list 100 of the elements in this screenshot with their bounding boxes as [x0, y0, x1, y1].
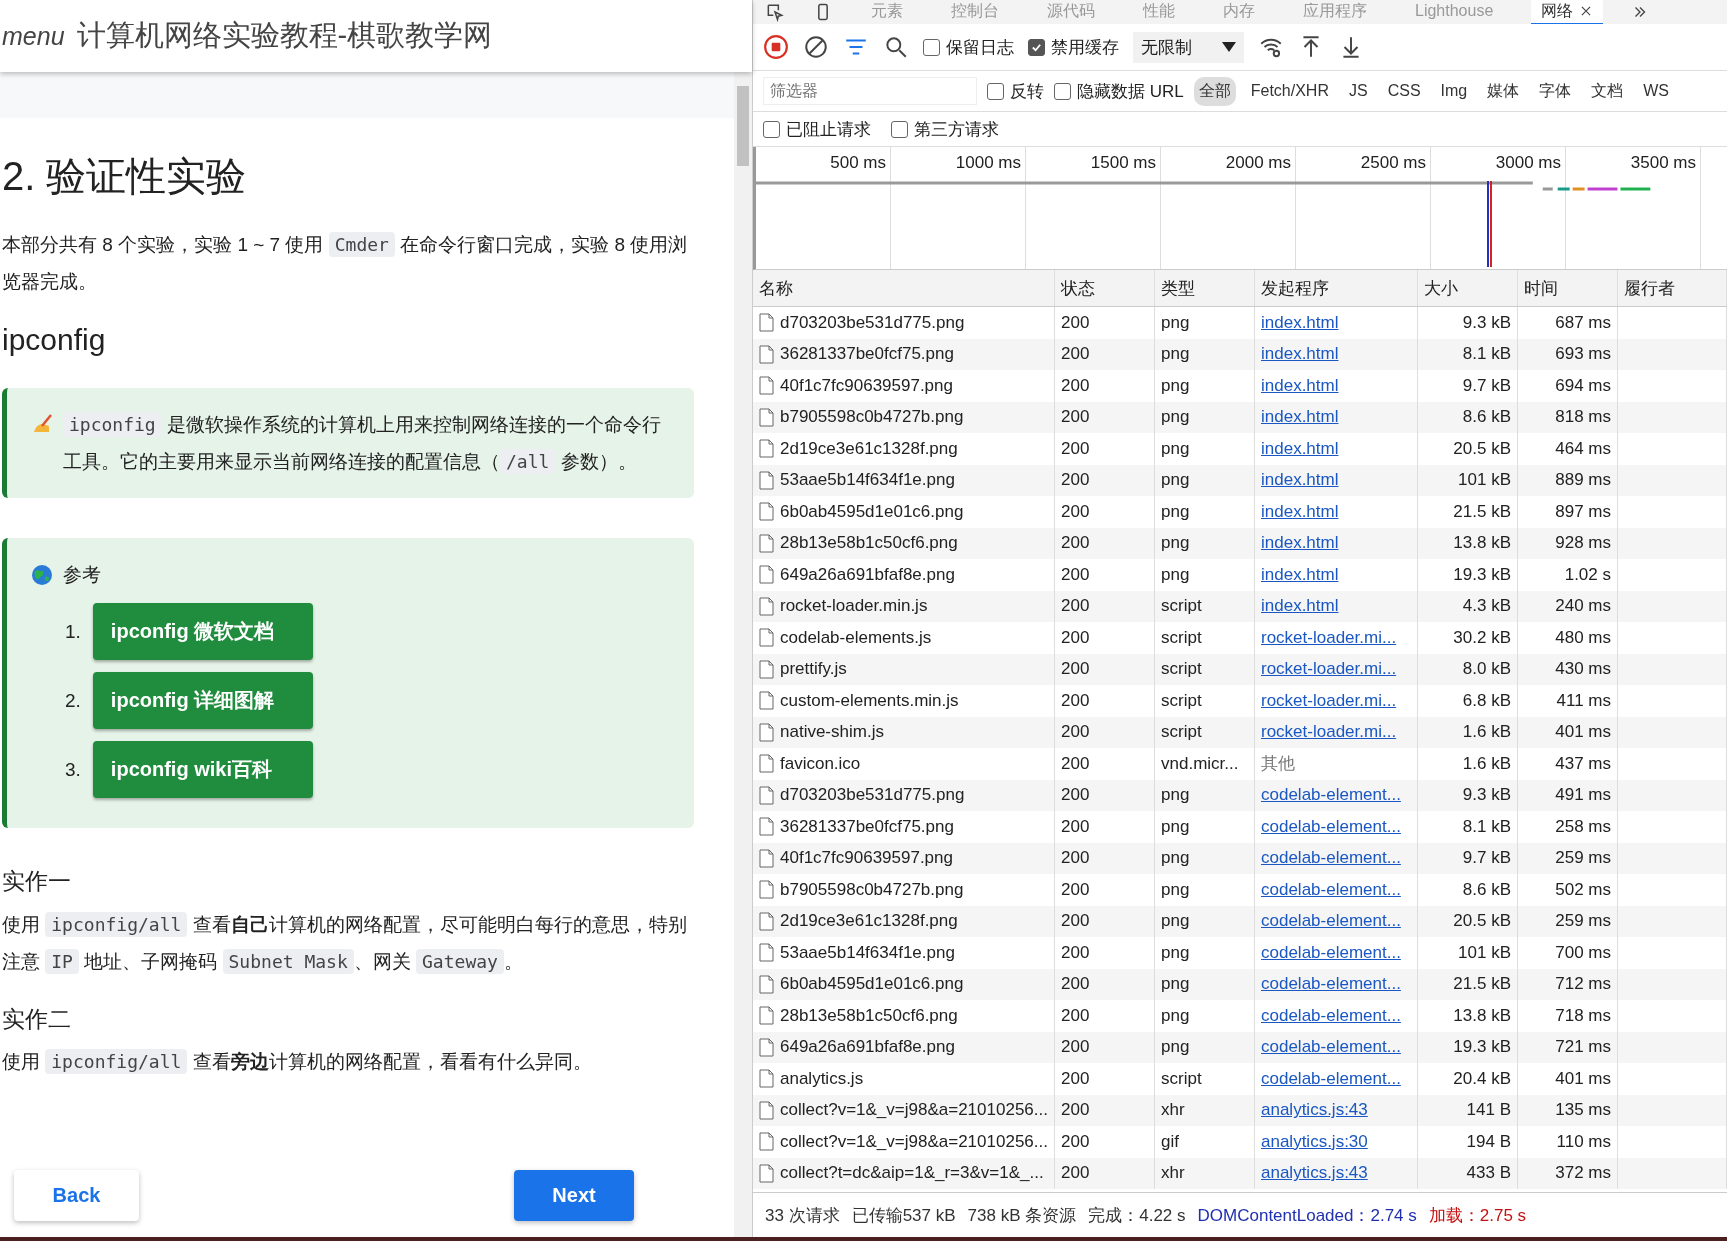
initiator-link[interactable]: analytics.js:30 — [1261, 1131, 1368, 1152]
next-button[interactable]: Next — [514, 1170, 634, 1221]
reference-link-button[interactable]: ipconfig wiki百科 — [92, 741, 313, 798]
type-filter-button[interactable]: WS — [1638, 78, 1674, 104]
status-cell: 200 — [1061, 564, 1090, 585]
checkbox[interactable]: 已阻止请求 — [763, 117, 871, 141]
type-filter-button[interactable]: 媒体 — [1482, 76, 1525, 106]
request-name[interactable]: custom-elements.min.js — [780, 690, 959, 711]
checkbox[interactable]: 反转 — [987, 79, 1044, 103]
checkbox[interactable]: 禁用缓存 — [1028, 35, 1119, 59]
type-filter-button[interactable]: 文档 — [1586, 76, 1629, 106]
initiator-link[interactable]: codelab-element... — [1261, 848, 1401, 869]
request-name[interactable]: 53aae5b14f634f1e.png — [780, 942, 955, 963]
request-name[interactable]: codelab-elements.js — [780, 627, 932, 648]
initiator-link[interactable]: index.html — [1261, 470, 1339, 491]
type-filter-button[interactable]: Fetch/XHR — [1245, 78, 1334, 104]
initiator-link[interactable]: index.html — [1261, 375, 1339, 396]
checkbox[interactable]: 第三方请求 — [891, 117, 999, 141]
type-filter-button[interactable]: 字体 — [1534, 76, 1577, 106]
request-name[interactable]: native-shim.js — [780, 722, 884, 743]
initiator-link[interactable]: codelab-element... — [1261, 1037, 1401, 1058]
request-name[interactable]: analytics.js — [780, 1068, 864, 1089]
column-header[interactable]: 名称 — [753, 270, 1055, 306]
initiator-link[interactable]: index.html — [1261, 564, 1339, 585]
record-icon[interactable] — [763, 34, 789, 60]
initiator-link[interactable]: analytics.js:43 — [1261, 1163, 1368, 1184]
column-header[interactable]: 类型 — [1155, 270, 1255, 306]
request-name[interactable]: prettify.js — [780, 659, 847, 680]
initiator-link[interactable]: codelab-element... — [1261, 942, 1401, 963]
initiator-link[interactable]: index.html — [1261, 596, 1339, 617]
initiator-link[interactable]: rocket-loader.mi... — [1261, 659, 1397, 680]
filter-field[interactable]: 筛选器 — [763, 77, 977, 105]
request-name[interactable]: rocket-loader.min.js — [780, 596, 928, 617]
type-cell: xhr — [1161, 1100, 1185, 1121]
type-filter-button[interactable]: JS — [1344, 78, 1373, 104]
initiator-link[interactable]: rocket-loader.mi... — [1261, 627, 1397, 648]
request-name[interactable]: collect?t=dc&aip=1&_r=3&v=1&_... — [780, 1163, 1044, 1184]
request-name[interactable]: b7905598c0b4727b.png — [780, 879, 964, 900]
type-filter-button[interactable]: CSS — [1382, 78, 1426, 104]
request-name[interactable]: d703203be531d775.png — [780, 785, 965, 806]
initiator-link[interactable]: codelab-element... — [1261, 911, 1401, 932]
initiator-link[interactable]: index.html — [1261, 344, 1339, 365]
initiator-link[interactable]: codelab-element... — [1261, 879, 1401, 900]
initiator-link[interactable]: index.html — [1261, 407, 1339, 428]
reference-link-button[interactable]: ipconfig 详细图解 — [92, 672, 313, 729]
request-name[interactable]: 40f1c7fc90639597.png — [780, 375, 953, 396]
inspect-icon[interactable] — [765, 2, 785, 22]
request-name[interactable]: b7905598c0b4727b.png — [780, 407, 964, 428]
request-name[interactable]: 53aae5b14f634f1e.png — [780, 470, 955, 491]
request-name[interactable]: 6b0ab4595d1e01c6.png — [780, 974, 964, 995]
file-icon — [759, 313, 774, 333]
request-name[interactable]: d703203be531d775.png — [780, 312, 965, 333]
search-icon[interactable] — [883, 34, 909, 60]
scrollbar[interactable] — [734, 72, 752, 1237]
initiator-link[interactable]: index.html — [1261, 438, 1339, 459]
column-header[interactable]: 状态 — [1055, 270, 1155, 306]
initiator-link[interactable]: codelab-element... — [1261, 785, 1401, 806]
subheading: ipconfig — [2, 322, 107, 358]
checkbox[interactable]: 隐藏数据 URL — [1054, 79, 1184, 103]
throttling-select[interactable]: 无限制 — [1133, 31, 1244, 63]
menu-label[interactable]: menu — [2, 21, 65, 51]
type-filter-button[interactable]: 全部 — [1193, 76, 1236, 106]
initiator-link[interactable]: codelab-element... — [1261, 1068, 1401, 1089]
column-header[interactable]: 履行者 — [1618, 270, 1727, 306]
status-text: 已传输537 kB — [851, 1204, 956, 1227]
request-name[interactable]: 28b13e58b1c50cf6.png — [780, 533, 958, 554]
initiator-link[interactable]: rocket-loader.mi... — [1261, 690, 1397, 711]
request-name[interactable]: 40f1c7fc90639597.png — [780, 848, 953, 869]
request-name[interactable]: 6b0ab4595d1e01c6.png — [780, 501, 964, 522]
type-filter-button[interactable]: Img — [1435, 78, 1473, 104]
request-name[interactable]: collect?v=1&_v=j98&a=21010256... — [780, 1100, 1048, 1121]
back-button[interactable]: Back — [14, 1170, 139, 1221]
initiator-link[interactable]: index.html — [1261, 533, 1339, 554]
request-name[interactable]: 649a26a691bfaf8e.png — [780, 564, 955, 585]
initiator-link[interactable]: index.html — [1261, 312, 1339, 333]
request-name[interactable]: 2d19ce3e61c1328f.png — [780, 438, 958, 459]
clear-icon[interactable] — [803, 34, 829, 60]
request-name[interactable]: 28b13e58b1c50cf6.png — [780, 1005, 958, 1026]
request-name[interactable]: 2d19ce3e61c1328f.png — [780, 911, 958, 932]
request-name[interactable]: 36281337be0fcf75.png — [780, 344, 954, 365]
initiator-link[interactable]: index.html — [1261, 501, 1339, 522]
panel-tab[interactable]: 网络 — [1531, 0, 1604, 24]
initiator-link[interactable]: codelab-element... — [1261, 1005, 1401, 1026]
initiator-link[interactable]: codelab-element... — [1261, 974, 1401, 995]
column-header[interactable]: 时间 — [1518, 270, 1618, 306]
request-name[interactable]: collect?v=1&_v=j98&a=21010256... — [780, 1131, 1048, 1152]
time-cell: 437 ms — [1555, 753, 1611, 774]
file-icon — [759, 1006, 774, 1026]
status-cell: 200 — [1061, 470, 1090, 491]
initiator-link[interactable]: rocket-loader.mi... — [1261, 722, 1397, 743]
request-name[interactable]: 36281337be0fcf75.png — [780, 816, 954, 837]
checkbox[interactable]: 保留日志 — [923, 35, 1014, 59]
file-icon — [759, 1132, 774, 1152]
reference-link-button[interactable]: ipconfig 微软文档 — [92, 603, 313, 660]
initiator-link[interactable]: codelab-element... — [1261, 816, 1401, 837]
request-name[interactable]: 649a26a691bfaf8e.png — [780, 1037, 955, 1058]
initiator-link[interactable]: analytics.js:43 — [1261, 1100, 1368, 1121]
column-header[interactable]: 大小 — [1418, 270, 1518, 306]
column-header[interactable]: 发起程序 — [1255, 270, 1418, 306]
request-name[interactable]: favicon.ico — [780, 753, 861, 774]
